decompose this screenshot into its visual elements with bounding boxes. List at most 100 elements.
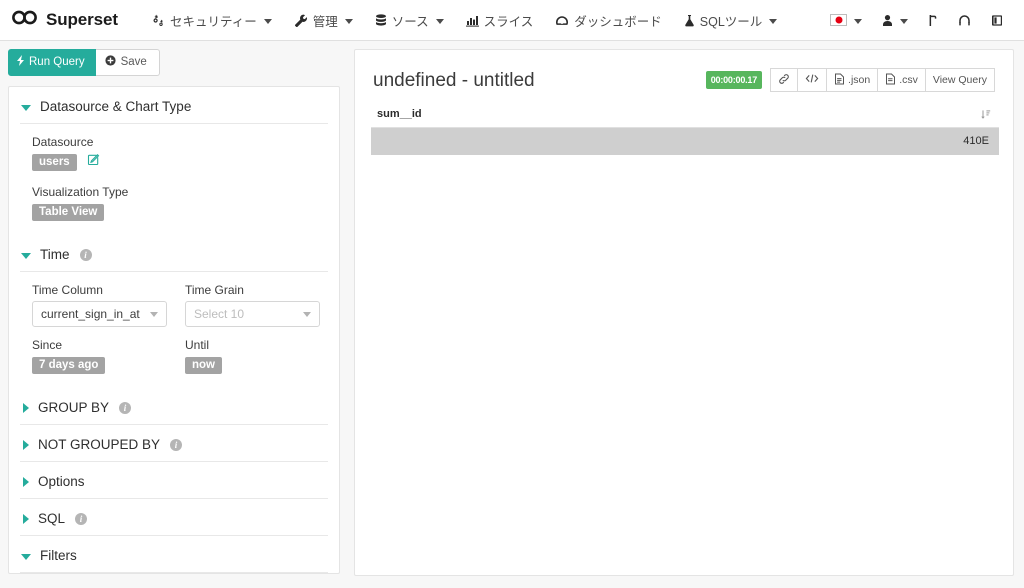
since-value-badge[interactable]: 7 days ago bbox=[32, 356, 106, 374]
documentation-link[interactable] bbox=[981, 0, 1014, 41]
export-csv-button[interactable]: .csv bbox=[878, 68, 926, 92]
query-actions: Run Query Save bbox=[8, 49, 340, 76]
chevron-down-icon bbox=[854, 18, 862, 24]
section-filters: Filters Add Filter bbox=[18, 536, 330, 573]
until-value-badge[interactable]: now bbox=[185, 356, 222, 374]
nav-item-dashboards[interactable]: ダッシュボード bbox=[544, 0, 673, 41]
caret-down-icon bbox=[21, 553, 31, 560]
query-timer-badge: 00:00:00.17 bbox=[705, 71, 763, 89]
user-menu[interactable] bbox=[872, 0, 918, 41]
chart-table-container: sum__id 410E bbox=[355, 92, 1013, 155]
section-time: Time i Time Column current_sign_in_at Ti… bbox=[18, 235, 330, 388]
since-label: Since bbox=[32, 338, 63, 353]
nav-item-slices[interactable]: スライス bbox=[455, 0, 545, 41]
caret-right-icon bbox=[23, 513, 29, 524]
code-fork-icon bbox=[928, 14, 938, 27]
nav-item-label: 管理 bbox=[312, 14, 338, 29]
datasource-label: Datasource bbox=[32, 135, 94, 149]
chevron-down-icon bbox=[900, 18, 908, 24]
section-sql-header[interactable]: SQL i bbox=[18, 499, 330, 535]
run-query-label: Run Query bbox=[29, 56, 85, 68]
section-title: Filters bbox=[40, 548, 77, 564]
japan-flag-icon bbox=[830, 14, 847, 26]
table-cell-sum-id: 410E bbox=[371, 127, 999, 155]
time-grain-select[interactable]: Select 10 bbox=[185, 301, 320, 328]
bar-chart-icon bbox=[465, 14, 479, 27]
nav-item-sources[interactable]: ソース bbox=[364, 0, 455, 41]
section-options-header[interactable]: Options bbox=[18, 462, 330, 498]
nav-item-security[interactable]: セキュリティー bbox=[140, 0, 283, 41]
info-icon[interactable]: i bbox=[170, 438, 183, 451]
chevron-down-icon bbox=[303, 311, 311, 317]
nav-item-label: SQLツール bbox=[699, 14, 763, 29]
section-filters-header[interactable]: Filters bbox=[18, 536, 330, 572]
column-header-sum-id[interactable]: sum__id bbox=[371, 108, 999, 128]
wrench-icon bbox=[294, 14, 308, 27]
info-icon[interactable]: i bbox=[75, 512, 88, 525]
control-panel: Datasource & Chart Type Datasource users bbox=[8, 86, 340, 574]
share-link-button[interactable] bbox=[770, 68, 799, 92]
section-time-body: Time Column current_sign_in_at Time Grai… bbox=[18, 272, 330, 388]
info-icon[interactable]: i bbox=[119, 401, 132, 414]
view-query-button[interactable]: View Query bbox=[925, 68, 995, 92]
nav-item-manage[interactable]: 管理 bbox=[283, 0, 364, 41]
visualization-type-badge[interactable]: Table View bbox=[32, 203, 105, 221]
save-label: Save bbox=[120, 56, 147, 68]
export-json-label: .json bbox=[848, 74, 871, 86]
control-panel-column: Run Query Save Datasource & Chart Type D… bbox=[8, 49, 340, 588]
caret-right-icon bbox=[23, 476, 29, 487]
database-icon bbox=[375, 13, 387, 27]
section-datasource-body: Datasource users Visualization Type Tabl… bbox=[18, 124, 330, 235]
chart-panel: undefined - untitled 00:00:00.17 .json .… bbox=[354, 49, 1014, 576]
section-sql: SQL i bbox=[18, 499, 330, 537]
section-options: Options bbox=[18, 462, 330, 500]
file-csv-icon bbox=[885, 73, 896, 88]
caret-right-icon bbox=[23, 439, 29, 450]
datasource-value-badge[interactable]: users bbox=[32, 153, 77, 171]
until-field: Until now bbox=[185, 338, 320, 374]
section-time-header[interactable]: Time i bbox=[18, 235, 330, 271]
section-not-grouped-by: NOT GROUPED BY i bbox=[18, 425, 330, 463]
flask-icon bbox=[684, 14, 695, 27]
caret-right-icon bbox=[23, 402, 29, 413]
nav-item-label: ダッシュボード bbox=[574, 14, 662, 29]
export-json-button[interactable]: .json bbox=[827, 68, 879, 92]
results-table: sum__id 410E bbox=[371, 108, 999, 155]
language-selector[interactable] bbox=[820, 0, 872, 41]
time-column-select[interactable]: current_sign_in_at bbox=[32, 301, 167, 328]
info-icon[interactable]: i bbox=[79, 248, 92, 261]
section-title: SQL bbox=[38, 511, 66, 527]
table-header-row: sum__id bbox=[371, 108, 999, 128]
section-title: Time bbox=[40, 247, 70, 263]
plus-circle-icon bbox=[105, 55, 116, 69]
datasource-row: users bbox=[32, 153, 328, 171]
section-datasource-header[interactable]: Datasource & Chart Type bbox=[18, 87, 330, 123]
chart-toolbar: 00:00:00.17 .json .csv View Query bbox=[705, 68, 995, 92]
user-icon bbox=[882, 14, 893, 27]
chart-title: undefined - untitled bbox=[373, 70, 535, 91]
caret-down-icon bbox=[21, 104, 31, 111]
chevron-down-icon bbox=[435, 18, 444, 24]
save-button[interactable]: Save bbox=[95, 49, 160, 76]
section-group-by-header[interactable]: GROUP BY i bbox=[18, 388, 330, 424]
caret-down-icon bbox=[21, 252, 31, 259]
support-link[interactable] bbox=[948, 0, 981, 41]
navbar-right-menu bbox=[820, 0, 1014, 41]
embed-code-button[interactable] bbox=[798, 68, 828, 92]
sort-icon[interactable] bbox=[980, 109, 991, 120]
brand-home-link[interactable]: Superset bbox=[12, 10, 118, 30]
visualization-type-label: Visualization Type bbox=[32, 185, 129, 200]
nav-item-label: セキュリティー bbox=[169, 14, 257, 29]
time-grain-label: Time Grain bbox=[185, 283, 244, 298]
version-branch-link[interactable] bbox=[918, 0, 948, 41]
run-query-button[interactable]: Run Query bbox=[8, 49, 96, 76]
time-column-field: Time Column current_sign_in_at bbox=[32, 283, 167, 328]
navbar-menu: セキュリティー 管理 ソース スライス ダッシュボード SQLツール bbox=[140, 0, 788, 41]
edit-datasource-icon[interactable] bbox=[87, 153, 100, 171]
time-column-value: current_sign_in_at bbox=[41, 307, 140, 322]
nav-item-sql-toolkit[interactable]: SQLツール bbox=[673, 0, 789, 41]
top-navbar: Superset セキュリティー 管理 ソース スライス ダッシュボード SQL… bbox=[0, 0, 1024, 41]
section-not-grouped-by-header[interactable]: NOT GROUPED BY i bbox=[18, 425, 330, 461]
table-head: sum__id bbox=[371, 108, 999, 128]
time-grain-field: Time Grain Select 10 bbox=[185, 283, 320, 328]
